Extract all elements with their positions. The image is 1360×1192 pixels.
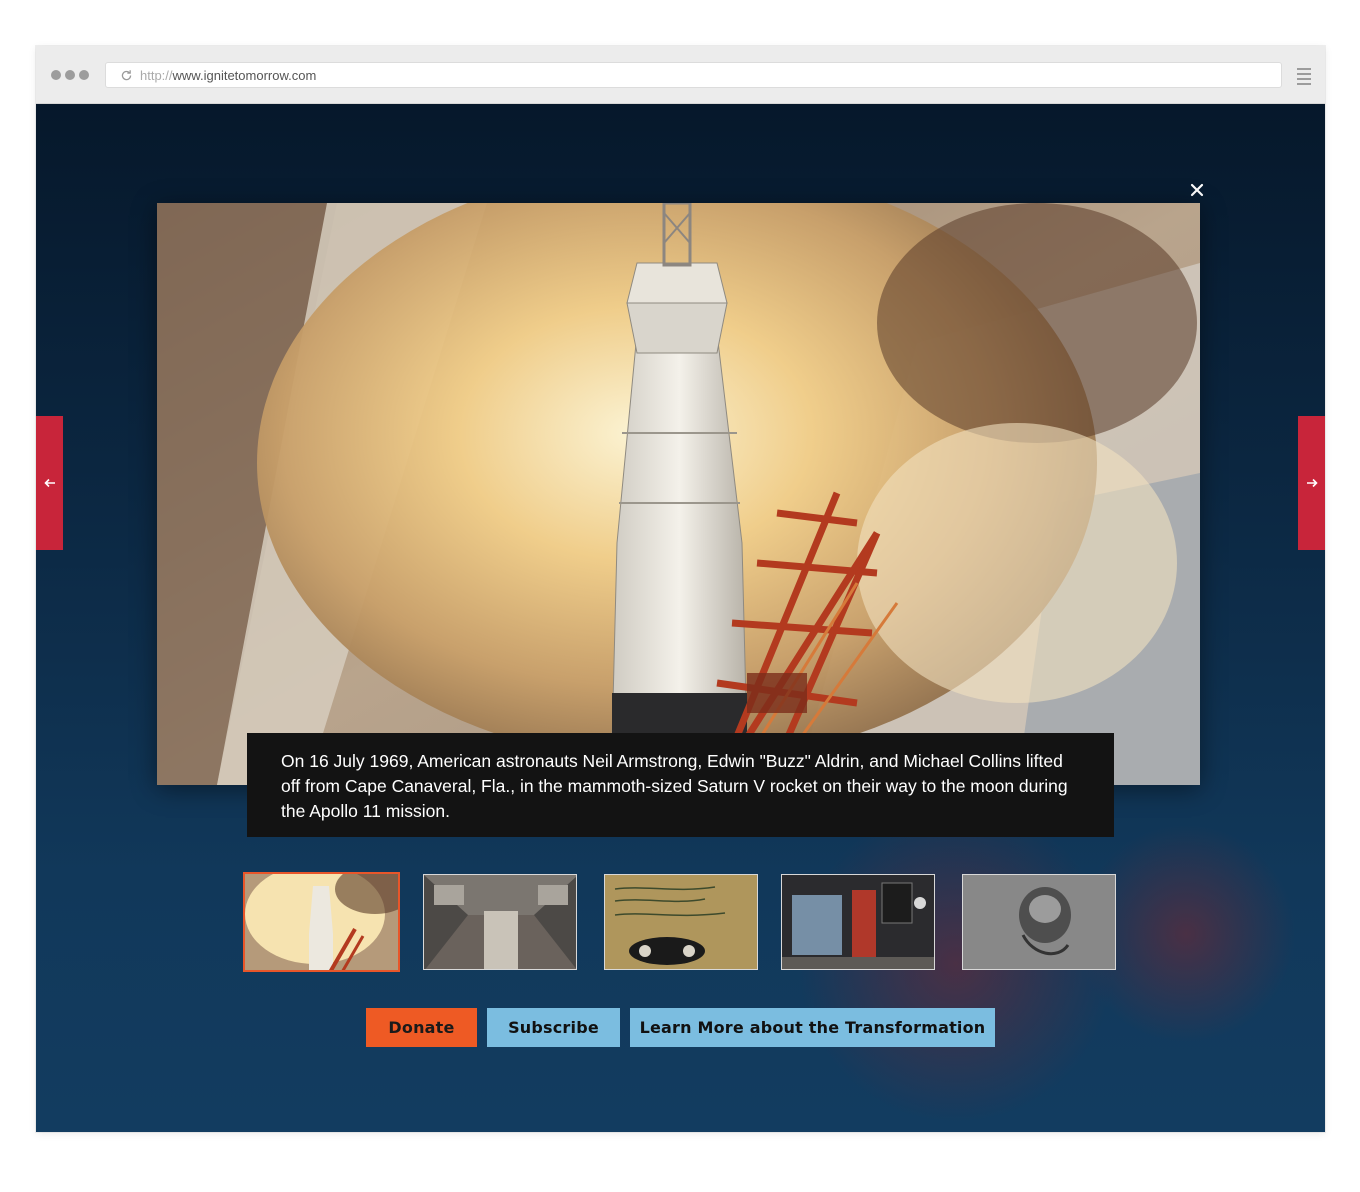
main-photo: [157, 203, 1200, 785]
action-buttons: Donate Subscribe Learn More about the Tr…: [366, 1008, 995, 1047]
learn-more-button[interactable]: Learn More about the Transformation: [630, 1008, 995, 1047]
thumbnail-panel[interactable]: [604, 874, 758, 970]
page-viewport: On 16 July 1969, American astronauts Nei…: [36, 104, 1325, 1132]
menu-icon[interactable]: [1297, 68, 1311, 85]
previous-button[interactable]: [36, 416, 63, 550]
browser-window: http://www.ignitetomorrow.com On 16 July…: [36, 46, 1325, 1132]
arrow-left-icon: [43, 478, 55, 488]
url-protocol: http://: [140, 67, 173, 83]
browser-chrome: http://www.ignitetomorrow.com: [36, 46, 1325, 104]
next-button[interactable]: [1298, 416, 1325, 550]
thumbnail-launch[interactable]: [243, 872, 400, 972]
close-icon: [1190, 183, 1204, 197]
window-dot[interactable]: [51, 70, 61, 80]
address-bar[interactable]: http://www.ignitetomorrow.com: [105, 62, 1282, 88]
thumbnail-surface[interactable]: [962, 874, 1116, 970]
reload-icon[interactable]: [118, 67, 134, 83]
subscribe-button[interactable]: Subscribe: [487, 1008, 620, 1047]
thumbnail-exhibit[interactable]: [781, 874, 935, 970]
window-controls: [51, 70, 89, 80]
donate-button[interactable]: Donate: [366, 1008, 477, 1047]
close-button[interactable]: [1186, 179, 1208, 201]
url-host: www.ignitetomorrow.com: [172, 67, 317, 83]
photo-caption: On 16 July 1969, American astronauts Nei…: [247, 733, 1114, 837]
window-dot[interactable]: [79, 70, 89, 80]
arrow-right-icon: [1306, 478, 1318, 488]
window-dot[interactable]: [65, 70, 75, 80]
thumbnail-interior[interactable]: [423, 874, 577, 970]
